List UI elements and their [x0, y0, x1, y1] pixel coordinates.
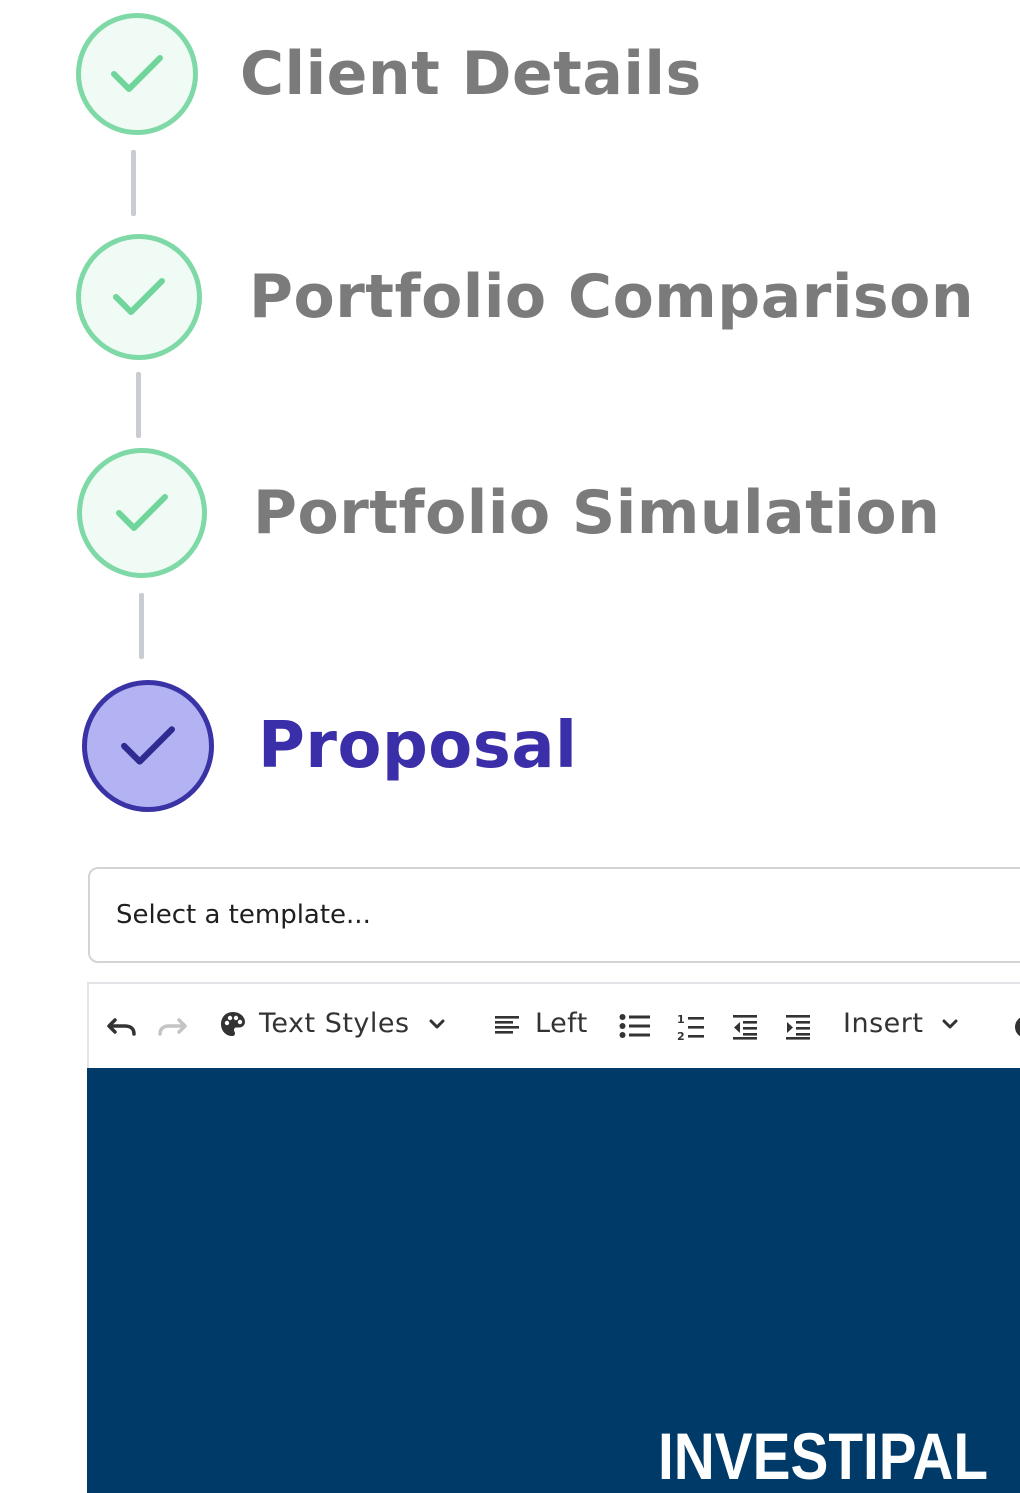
- editor-toolbar: Text Styles Left 1 2 Insert: [87, 982, 1020, 1068]
- check-icon: [121, 726, 175, 765]
- template-select[interactable]: Select a template...: [88, 867, 1020, 963]
- step-label-active: Proposal: [258, 709, 578, 783]
- step-portfolio-simulation[interactable]: Portfolio Simulation: [77, 448, 940, 578]
- check-icon: [113, 278, 165, 315]
- check-icon: [116, 494, 168, 531]
- insert-label: Insert: [843, 1008, 924, 1039]
- indent-icon: [786, 1015, 810, 1040]
- text-styles-dropdown[interactable]: Text Styles: [219, 1008, 446, 1039]
- undo-icon: [107, 1018, 136, 1036]
- text-styles-label: Text Styles: [259, 1008, 410, 1039]
- step-portfolio-comparison[interactable]: Portfolio Comparison: [76, 234, 974, 360]
- step-label: Client Details: [240, 39, 702, 109]
- svg-text:2: 2: [677, 1030, 685, 1042]
- step-connector: [139, 593, 144, 659]
- step-connector: [136, 372, 141, 438]
- template-select-placeholder: Select a template...: [116, 900, 371, 930]
- step-complete-badge: [77, 448, 207, 578]
- palette-icon: [221, 1011, 245, 1036]
- chevron-down-icon: [429, 1019, 445, 1028]
- circle-icon: [1015, 1017, 1020, 1037]
- step-complete-badge: [76, 13, 198, 135]
- svg-text:1: 1: [677, 1013, 685, 1026]
- align-left-icon: [495, 1015, 519, 1034]
- check-icon: [111, 55, 163, 92]
- step-client-details[interactable]: Client Details: [76, 13, 702, 135]
- step-connector: [131, 150, 136, 216]
- align-label: Left: [535, 1008, 588, 1039]
- outdent-button[interactable]: [732, 1014, 758, 1040]
- bullet-list-icon: [619, 1014, 650, 1038]
- redo-button[interactable]: [157, 1014, 187, 1038]
- insert-dropdown[interactable]: Insert: [843, 1008, 959, 1039]
- proposal-page: Client Details Portfolio Comparison Port…: [0, 0, 1020, 1493]
- investipal-logo: INVESTIPAL: [658, 1418, 988, 1493]
- chevron-down-icon: [942, 1019, 958, 1028]
- bullet-list-button[interactable]: [619, 1012, 651, 1040]
- numbered-list-icon: 1 2: [677, 1013, 704, 1042]
- logo-text: INVESTIPAL: [658, 1419, 989, 1493]
- align-dropdown[interactable]: Left: [493, 1008, 588, 1039]
- outdent-icon: [733, 1015, 757, 1040]
- indent-button[interactable]: [785, 1014, 811, 1040]
- redo-icon: [158, 1018, 187, 1036]
- step-active-badge: [82, 680, 214, 812]
- undo-button[interactable]: [107, 1014, 137, 1038]
- step-label: Portfolio Comparison: [249, 262, 975, 332]
- step-label: Portfolio Simulation: [253, 478, 941, 548]
- step-proposal[interactable]: Proposal: [82, 680, 577, 812]
- numbered-list-button[interactable]: 1 2: [677, 1012, 705, 1042]
- step-complete-badge: [76, 234, 202, 360]
- toolbar-overflow-icon[interactable]: [1013, 1014, 1020, 1040]
